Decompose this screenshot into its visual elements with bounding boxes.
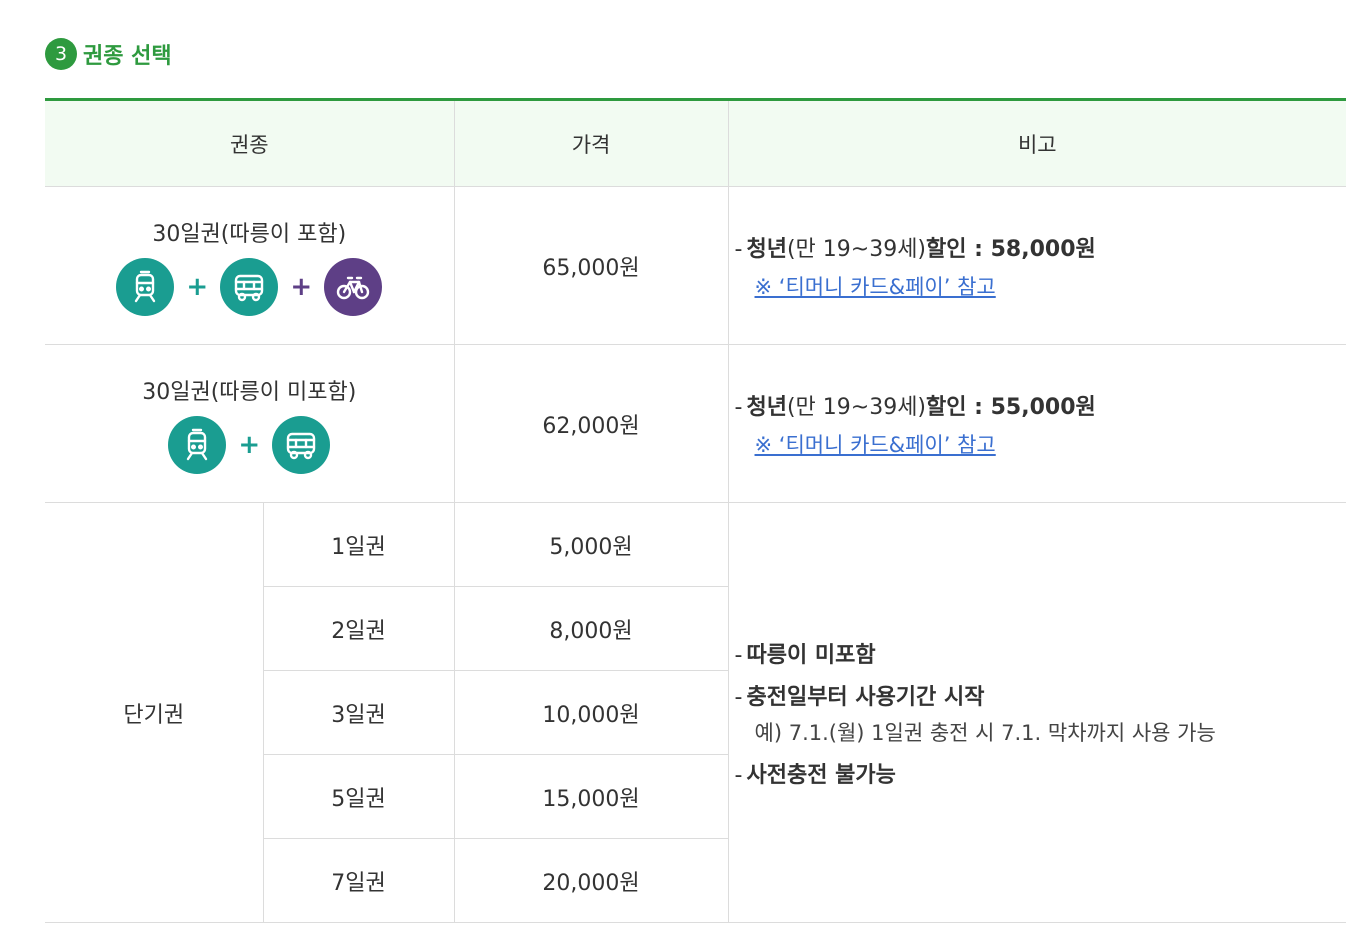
sub-pass-name: 7일권 — [263, 838, 455, 923]
sub-pass-name: 2일권 — [263, 586, 455, 671]
price-cell: 5,000원 — [454, 502, 729, 587]
price-cell: 62,000원 — [454, 344, 729, 503]
fare-table: 권종 가격 비고 30일권(따릉이 포함) + + 65,000원 - 청년 (… — [45, 98, 1346, 923]
price-cell: 10,000원 — [454, 670, 729, 755]
subway-icon — [116, 257, 175, 316]
plus-sign: + — [290, 271, 313, 302]
table-row: 30일권(따릉이 포함) + + 65,000원 - 청년 (만 19~39세)… — [45, 186, 1346, 345]
table-row: 30일권(따릉이 미포함) + 62,000원 - 청년 (만 19~39세) … — [45, 344, 1346, 503]
price-cell: 8,000원 — [454, 586, 729, 671]
header-note: 비고 — [728, 99, 1346, 187]
sub-pass-name: 5일권 — [263, 754, 455, 839]
plus-sign: + — [186, 271, 209, 302]
pass-with-bike-cell: 30일권(따릉이 포함) + + — [45, 186, 455, 345]
table-row: 단기권 1일권 5,000원 - 따릉이 미포함 - 충전일부터 사용기간 시작… — [45, 502, 1346, 923]
table-header-row: 권종 가격 비고 — [45, 99, 1346, 187]
pass-name: 30일권(따릉이 미포함) — [142, 379, 357, 405]
pass-without-bike-cell: 30일권(따릉이 미포함) + — [45, 344, 455, 503]
subway-icon — [168, 415, 227, 474]
period-start-note: - 충전일부터 사용기간 시작 예) 7.1.(월) 1일권 충전 시 7.1.… — [735, 679, 1346, 747]
step-number-badge: 3 — [45, 38, 77, 70]
section-title: 3 권종 선택 — [45, 38, 172, 70]
price-cell: 15,000원 — [454, 754, 729, 839]
tmoney-reference-link[interactable]: ※ ‘티머니 카드&페이’ 참고 — [755, 429, 996, 459]
note-cell: - 청년 (만 19~39세) 할인 : 55,000원 ※ ‘티머니 카드&페… — [728, 344, 1346, 503]
note-cell: - 청년 (만 19~39세) 할인 : 58,000원 ※ ‘티머니 카드&페… — [728, 186, 1346, 345]
bus-icon — [272, 415, 331, 474]
header-type: 권종 — [45, 99, 455, 187]
header-price: 가격 — [454, 99, 729, 187]
usage-example: 예) 7.1.(월) 1일권 충전 시 7.1. 막차까지 사용 가능 — [754, 720, 1216, 745]
bicycle-icon — [324, 257, 383, 316]
plus-sign: + — [238, 429, 261, 460]
bike-excluded-note: - 따릉이 미포함 — [734, 642, 876, 668]
sub-pass-name: 3일권 — [263, 670, 455, 755]
pass-name: 30일권(따릉이 포함) — [152, 221, 347, 247]
short-term-note-cell: - 따릉이 미포함 - 충전일부터 사용기간 시작 예) 7.1.(월) 1일권… — [728, 502, 1346, 923]
price-cell: 65,000원 — [454, 186, 729, 345]
tmoney-reference-link[interactable]: ※ ‘티머니 카드&페이’ 참고 — [755, 271, 996, 301]
bus-icon — [220, 257, 279, 316]
transport-icons: + — [45, 415, 454, 474]
transport-icons: + + — [45, 257, 454, 316]
section-title-text: 권종 선택 — [83, 44, 172, 69]
youth-discount-note: - 청년 (만 19~39세) 할인 : 58,000원 — [734, 236, 1096, 262]
short-term-group-cell: 단기권 — [45, 502, 264, 923]
no-precharge-note: - 사전충전 불가능 — [734, 762, 896, 788]
sub-pass-name: 1일권 — [263, 502, 455, 587]
youth-discount-note: - 청년 (만 19~39세) 할인 : 55,000원 — [734, 394, 1096, 420]
price-cell: 20,000원 — [454, 838, 729, 923]
